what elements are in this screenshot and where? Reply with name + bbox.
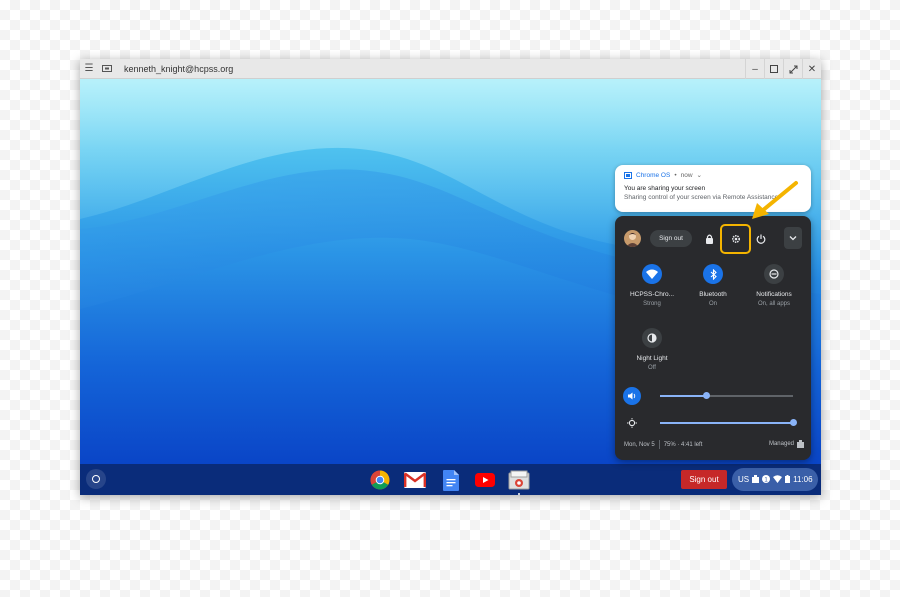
chevron-down-icon[interactable]: ⌄ <box>697 171 702 179</box>
close-button[interactable]: ✕ <box>802 59 821 79</box>
notifications-icon <box>764 264 784 284</box>
notifications-label: Notifications <box>756 291 792 298</box>
notification-separator: • <box>674 171 677 179</box>
wifi-toggle[interactable]: HCPSS-Chro... Strong <box>622 264 682 307</box>
quick-settings-panel: Sign out HCPSS-Chro... Strong Bluetooth … <box>615 216 811 460</box>
brightness-slider-thumb[interactable] <box>789 419 797 426</box>
quick-settings-footer: Mon, Nov 5 75% · 4:41 left Managed <box>624 440 804 449</box>
minimize-button[interactable]: – <box>745 59 764 79</box>
docs-icon <box>443 469 459 491</box>
lock-button[interactable] <box>701 231 717 247</box>
battery-status: 75% · 4:41 left <box>663 441 703 448</box>
cast-icon <box>624 171 632 179</box>
files-app-icon[interactable] <box>508 469 530 495</box>
power-button[interactable] <box>753 231 769 247</box>
night-light-label: Night Light <box>636 355 668 362</box>
chrome-icon <box>370 470 390 490</box>
locale-indicator: US <box>738 475 750 484</box>
shelf: Sign out US 1 11:06 <box>80 464 821 495</box>
brightness-slider-row <box>623 414 803 432</box>
notification-source: Chrome OS <box>636 171 671 179</box>
notifications-toggle[interactable]: Notifications On, all apps <box>744 264 804 307</box>
managed-label: Managed <box>768 441 794 447</box>
maximize-button[interactable] <box>764 59 783 79</box>
settings-highlight-box <box>720 224 751 254</box>
docs-app-icon[interactable] <box>440 469 462 491</box>
managed-tray-icon <box>752 474 760 485</box>
wifi-icon <box>642 264 662 284</box>
notifications-status: On, all apps <box>757 301 791 307</box>
files-icon <box>508 470 530 490</box>
clock: 11:06 <box>793 475 813 484</box>
wifi-tray-icon <box>773 474 783 485</box>
fullscreen-button[interactable] <box>783 59 802 79</box>
brightness-icon <box>623 414 641 432</box>
window-title: kenneth_knight@hcpss.org <box>124 63 234 74</box>
shelf-sign-out-button[interactable]: Sign out <box>681 470 727 489</box>
chrome-app-icon[interactable] <box>369 469 391 491</box>
date-label[interactable]: Mon, Nov 5 <box>624 442 655 448</box>
gmail-icon <box>404 472 426 488</box>
bluetooth-label: Bluetooth <box>699 291 727 298</box>
volume-slider[interactable] <box>660 392 793 399</box>
footer-divider <box>658 440 660 449</box>
battery-tray-icon <box>785 474 791 485</box>
volume-slider-fill <box>660 395 707 397</box>
sign-out-button[interactable]: Sign out <box>650 230 692 247</box>
wifi-label: HCPSS-Chro... <box>629 291 675 298</box>
launcher-button[interactable] <box>86 469 106 489</box>
gmail-app-icon[interactable] <box>404 469 426 491</box>
running-indicator <box>518 493 520 495</box>
youtube-app-icon[interactable] <box>474 469 496 491</box>
brightness-slider[interactable] <box>660 419 797 426</box>
night-light-status: Off <box>648 365 656 371</box>
brightness-slider-fill <box>660 422 793 424</box>
bluetooth-toggle[interactable]: Bluetooth On <box>683 264 743 307</box>
avatar[interactable] <box>624 230 641 247</box>
window-titlebar: ☰ kenneth_knight@hcpss.org – ✕ <box>80 59 821 79</box>
bluetooth-icon <box>703 264 723 284</box>
launcher-icon <box>92 475 100 483</box>
remote-desktop-icon <box>98 59 116 79</box>
annotation-arrow-icon <box>752 181 798 219</box>
lock-icon <box>705 234 713 244</box>
chevron-down-icon <box>789 236 797 241</box>
notification-count-icon: 1 <box>762 474 771 485</box>
night-light-toggle[interactable]: Night Light Off <box>622 328 682 371</box>
youtube-icon <box>475 473 495 487</box>
status-tray[interactable]: US 1 11:06 <box>732 468 818 491</box>
notification-header: Chrome OS • now ⌄ <box>624 171 802 179</box>
night-light-icon <box>642 328 662 348</box>
collapse-button[interactable] <box>784 227 802 249</box>
managed-indicator[interactable]: Managed <box>769 440 804 448</box>
power-icon <box>756 234 766 244</box>
bluetooth-status: On <box>708 301 717 307</box>
wifi-status: Strong <box>643 301 661 307</box>
menu-icon[interactable]: ☰ <box>80 59 98 79</box>
volume-slider-thumb[interactable] <box>703 392 711 399</box>
notification-time: now <box>680 171 693 179</box>
volume-slider-row <box>623 387 803 405</box>
volume-icon[interactable] <box>623 387 641 405</box>
managed-icon <box>797 440 804 448</box>
window-controls: – ✕ <box>745 59 821 79</box>
